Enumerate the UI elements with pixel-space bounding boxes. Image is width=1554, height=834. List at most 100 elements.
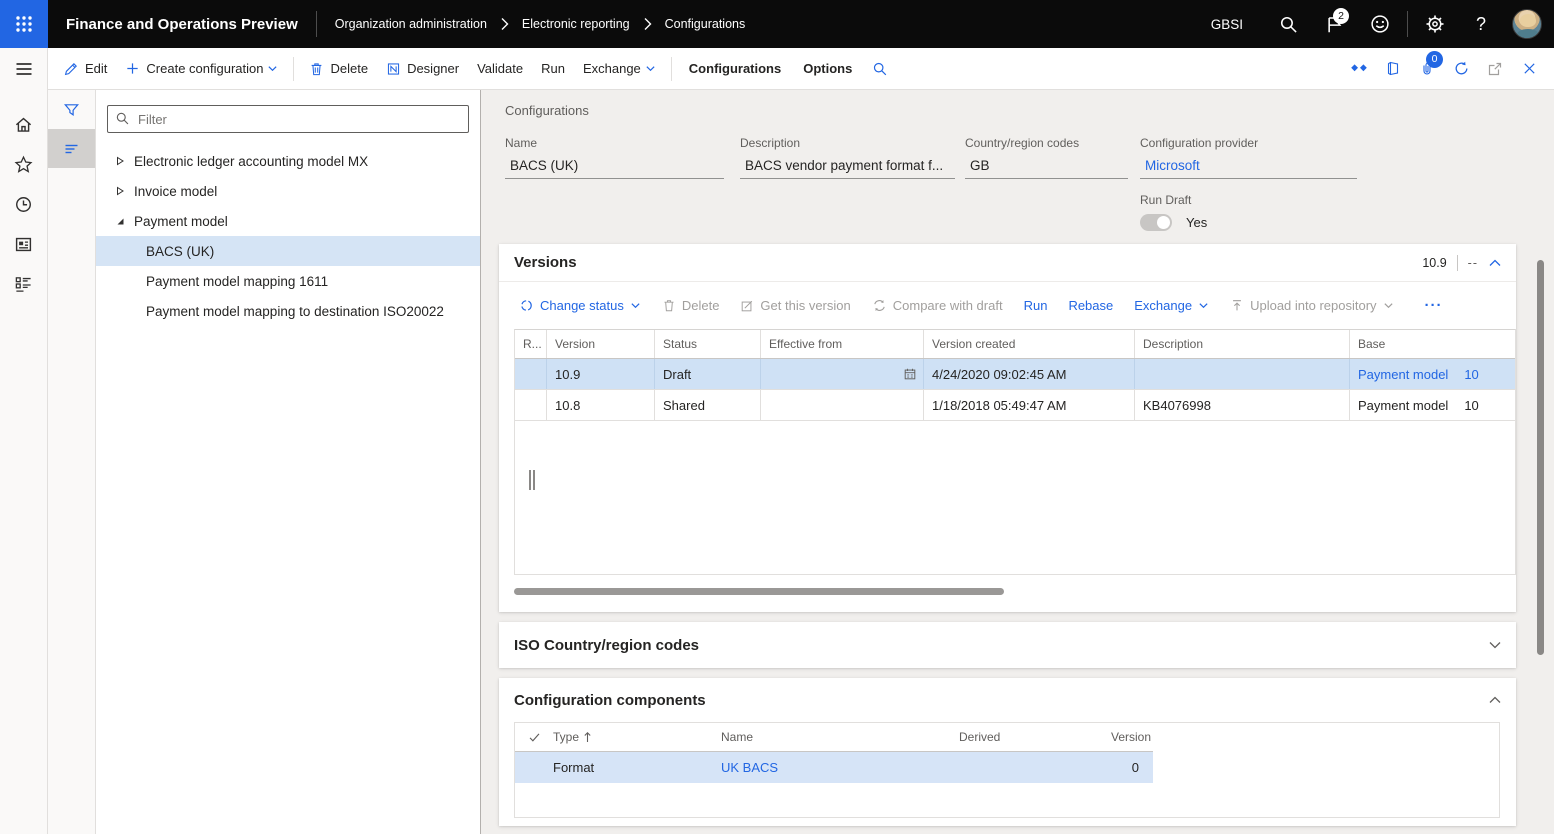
effective-from-cell[interactable] [761, 390, 924, 420]
description-field-value[interactable]: BACS vendor payment format f... [740, 155, 955, 179]
search-icon [1279, 15, 1298, 34]
tree-node-payment-model-mapping-iso20022[interactable]: Payment model mapping to destination ISO… [96, 296, 480, 326]
expand-section-chevron-down-icon[interactable] [1488, 640, 1502, 650]
refresh-button[interactable] [1444, 48, 1478, 90]
configuration-provider-link[interactable]: Microsoft [1140, 155, 1357, 179]
collapsed-twisty-icon[interactable] [114, 155, 126, 167]
search-button[interactable] [1265, 0, 1311, 48]
panel-splitter-handle[interactable] [529, 470, 535, 490]
collapse-section-chevron-up-icon[interactable] [1488, 258, 1502, 268]
base-model-link[interactable]: Payment model [1358, 367, 1448, 382]
app-title[interactable]: Finance and Operations Preview [66, 16, 298, 33]
news-button[interactable] [0, 224, 48, 264]
breadcrumb-item[interactable]: Configurations [665, 17, 746, 31]
action-search-button[interactable] [863, 48, 897, 90]
office-icon [1385, 60, 1401, 77]
list-pane-button[interactable] [48, 129, 95, 168]
section-menu-button[interactable]: -- [1468, 256, 1478, 270]
create-configuration-button[interactable]: Create configuration [116, 48, 287, 90]
breadcrumb-item[interactable]: Organization administration [335, 17, 487, 31]
row-selector-cell[interactable] [515, 390, 547, 420]
alerts-button[interactable]: 2 [1311, 0, 1357, 48]
recent-button[interactable] [0, 184, 48, 224]
open-in-new-window-button[interactable] [1478, 48, 1512, 90]
country-codes-field-value[interactable]: GB [965, 155, 1128, 179]
show-related-button[interactable] [1342, 48, 1376, 90]
effective-from-cell[interactable] [761, 359, 924, 389]
designer-button[interactable]: Designer [377, 48, 468, 90]
company-picker[interactable]: GBSI [1211, 17, 1243, 32]
column-header-version-created[interactable]: Version created [924, 330, 1135, 358]
column-header-derived[interactable]: Derived [951, 730, 1111, 744]
close-button[interactable] [1512, 48, 1546, 90]
component-name-link[interactable]: UK BACS [721, 760, 951, 775]
row-selector-cell[interactable] [515, 359, 547, 389]
column-header-effective-from[interactable]: Effective from [761, 330, 924, 358]
designer-icon [386, 61, 401, 77]
tree-node-payment-model-mapping-1611[interactable]: Payment model mapping 1611 [96, 266, 480, 296]
validate-button[interactable]: Validate [468, 48, 532, 90]
home-button[interactable] [0, 104, 48, 144]
user-avatar[interactable] [1512, 9, 1542, 39]
change-status-button[interactable]: Change status [519, 298, 641, 313]
collapse-section-chevron-up-icon[interactable] [1488, 695, 1502, 705]
attachments-button[interactable]: 0 [1410, 48, 1444, 90]
edit-button[interactable]: Edit [54, 48, 116, 90]
version-row-draft[interactable]: 10.9 Draft 4/24/2020 09:02:45 AM Payment… [515, 359, 1515, 390]
versions-grid: R... Version Status Effective from Versi… [514, 329, 1516, 575]
column-header-status[interactable]: Status [655, 330, 761, 358]
version-cell[interactable]: 10.9 [547, 359, 655, 389]
designer-label: Designer [407, 61, 460, 76]
horizontal-scrollbar-thumb[interactable] [514, 588, 1004, 595]
exchange-menu-button[interactable]: Exchange [574, 48, 665, 90]
filter-pane-button[interactable] [48, 90, 95, 129]
component-row-format[interactable]: Format UK BACS 0 [515, 752, 1153, 783]
version-row-shared[interactable]: 10.8 Shared 1/18/2018 05:49:47 AM KB4076… [515, 390, 1515, 421]
align-lines-icon [63, 142, 80, 156]
expanded-twisty-icon[interactable] [114, 215, 126, 227]
upload-icon [1230, 298, 1244, 313]
column-header-r[interactable]: R... [515, 330, 547, 358]
workspaces-button[interactable] [0, 264, 48, 304]
collapsed-twisty-icon[interactable] [114, 185, 126, 197]
get-this-version-button[interactable]: Get this version [740, 298, 851, 313]
tree-node-bacs-uk-selected[interactable]: BACS (UK) [96, 236, 480, 266]
column-header-version[interactable]: Version [1111, 730, 1153, 744]
run-button[interactable]: Run [532, 48, 574, 90]
app-launcher-button[interactable] [0, 0, 48, 48]
tab-configurations[interactable]: Configurations [678, 48, 792, 90]
delete-version-button[interactable]: Delete [662, 298, 719, 313]
pencil-icon [63, 61, 79, 77]
tab-options[interactable]: Options [792, 48, 863, 90]
upload-into-repository-button[interactable]: Upload into repository [1230, 298, 1393, 313]
tree-node-electronic-ledger[interactable]: Electronic ledger accounting model MX [96, 146, 480, 176]
tree-node-invoice-model[interactable]: Invoice model [96, 176, 480, 206]
column-header-description[interactable]: Description [1135, 330, 1350, 358]
favorites-button[interactable] [0, 144, 48, 184]
tree-node-payment-model[interactable]: Payment model [96, 206, 480, 236]
delete-button[interactable]: Delete [300, 48, 377, 90]
hamburger-menu-button[interactable] [0, 48, 48, 90]
rebase-button[interactable]: Rebase [1068, 298, 1113, 313]
more-commands-button[interactable]: ··· [1425, 297, 1443, 314]
column-header-version[interactable]: Version [547, 330, 655, 358]
base-model-text[interactable]: Payment model [1358, 398, 1448, 413]
checkmark-icon[interactable] [515, 731, 553, 744]
column-header-base[interactable]: Base [1350, 330, 1515, 358]
column-header-type[interactable]: Type [553, 730, 721, 744]
column-header-name[interactable]: Name [721, 730, 951, 744]
breadcrumb-item[interactable]: Electronic reporting [522, 17, 630, 31]
run-draft-toggle[interactable] [1140, 214, 1172, 231]
name-field-value[interactable]: BACS (UK) [505, 155, 724, 179]
exchange-version-button[interactable]: Exchange [1134, 298, 1209, 313]
tree-filter-input[interactable] [107, 105, 469, 133]
version-cell[interactable]: 10.8 [547, 390, 655, 420]
compare-with-draft-button[interactable]: Compare with draft [872, 298, 1003, 313]
feedback-button[interactable] [1357, 0, 1403, 48]
calendar-icon[interactable] [903, 367, 917, 381]
help-button[interactable]: ? [1458, 0, 1504, 48]
open-in-office-button[interactable] [1376, 48, 1410, 90]
settings-button[interactable] [1412, 0, 1458, 48]
vertical-scrollbar-thumb[interactable] [1537, 260, 1544, 655]
run-version-button[interactable]: Run [1024, 298, 1048, 313]
